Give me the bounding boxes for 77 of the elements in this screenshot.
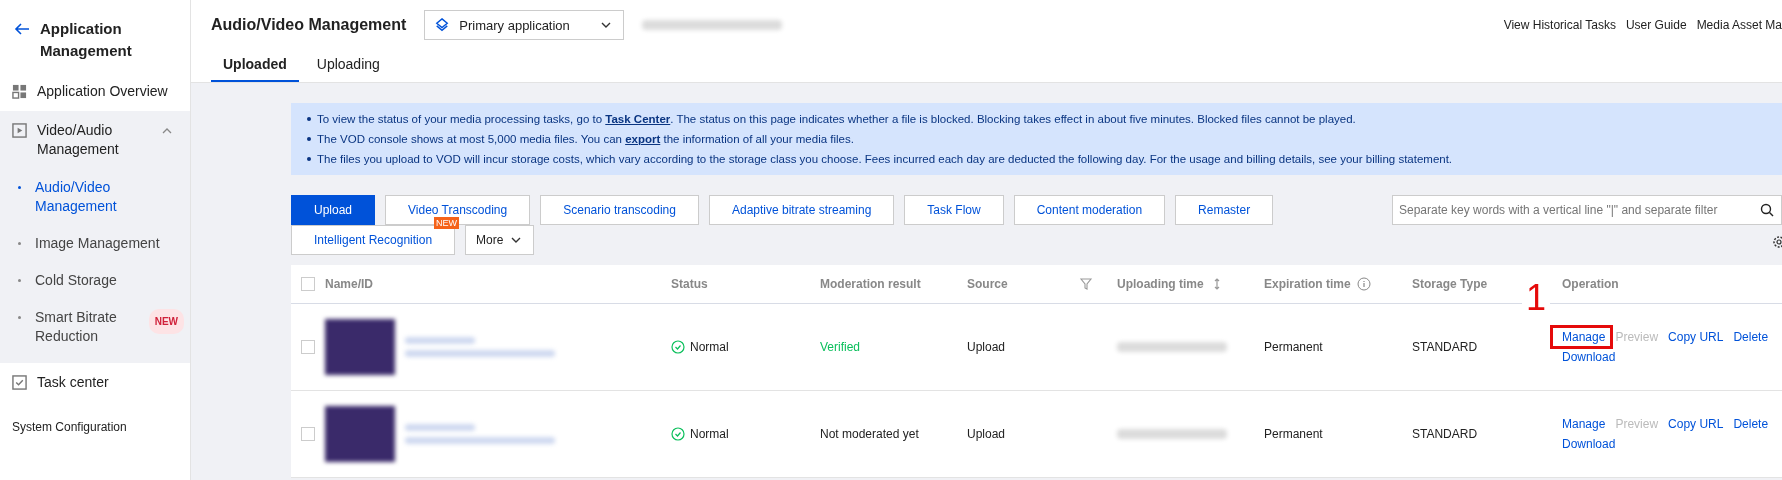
column-header: Status [671,277,708,291]
tab[interactable]: Uploading [304,50,392,82]
row-checkbox[interactable] [301,427,315,441]
highlight-frame [1550,325,1613,349]
notice-text: The VOD console shows at most 5,000 media files. You can export the information of all your media files. [317,133,854,145]
storage-text: STANDARD [1412,340,1478,354]
sidebar-footer-item[interactable]: System Configuration [0,406,190,448]
column-header: Uploading time [1117,277,1204,291]
row-checkbox[interactable] [301,340,315,354]
toolbar-button[interactable]: Task Flow [904,195,1004,225]
sidebar-item[interactable]: Application Overview [0,72,190,111]
moderation-text: Verified [820,340,861,354]
toolbar-button[interactable]: Adaptive bitrate streaming [708,195,895,225]
toolbar-button[interactable]: Upload [291,195,376,225]
operation-link[interactable]: Delete [1733,417,1769,431]
operation-link[interactable]: Delete [1733,330,1769,344]
header-link[interactable]: View Historical Tasks [1503,18,1616,32]
column-header: Expiration time [1264,277,1351,291]
app-select[interactable]: Primary application [424,10,625,40]
column-header: Name/ID [325,277,374,291]
search-icon[interactable] [1760,203,1774,217]
bullet-icon [307,137,311,141]
settings-icon[interactable] [1772,235,1782,249]
sidebar-item[interactable]: Video/Audio Management [0,111,190,169]
photo-placeholder [325,406,395,462]
notice-text: The files you upload to VOD will incur storage costs, which vary according to the storage class you choose. Fees incurred each day are deducted the following day. For the usage and billing details, see your billing statement. [317,153,1453,165]
header-link[interactable]: Media Asset Ma [1696,18,1782,32]
source-text: Upload [967,427,1006,441]
column-header: Operation [1562,277,1619,291]
toolbar-button[interactable]: Scenario transcoding [540,195,699,225]
header-link[interactable]: User Guide [1625,18,1687,32]
expiration-text: Permanent [1264,427,1323,441]
sidebar-title: Application Management [40,19,133,61]
new-badge: NEW [434,217,460,229]
select-all-checkbox[interactable] [301,277,315,291]
sidebar-item[interactable]: Task center [0,363,190,402]
filter-icon[interactable] [1079,277,1093,291]
status-text: Normal [690,427,729,441]
operation-link[interactable]: Copy URL [1668,417,1724,431]
operation-link[interactable]: Download [1562,350,1616,364]
layers-icon [435,18,450,32]
chevron-icon [162,127,172,135]
grid-icon [12,84,27,99]
sidebar-subitem[interactable]: Smart Bitrate Reduction NEW [0,299,190,355]
column-header: Moderation result [820,277,921,291]
new-badge: NEW [148,309,184,334]
column-header: Source [967,277,1008,291]
moderation-text: Not moderated yet [820,427,919,441]
toolbar-button[interactable]: More [465,225,535,255]
sidebar-subitem[interactable]: Audio/Video Management [0,169,190,225]
toolbar-button[interactable]: Content moderation [1013,195,1166,225]
operation-link[interactable]: Manage [1562,330,1606,344]
page-title: Audio/Video Management [211,16,407,34]
sidebar-subitem[interactable]: Cold Storage [0,262,190,299]
operation-link[interactable]: Copy URL [1668,330,1724,344]
check-circle-icon [671,340,685,354]
search-field[interactable]: Separate key words with a vertical line "|" and separate filter [1392,195,1782,225]
bullet-icon [307,117,311,121]
storage-text: STANDARD [1412,427,1478,441]
play-icon [12,123,27,138]
expiration-text: Permanent [1264,340,1323,354]
bullet-icon [307,157,311,161]
column-header: Storage Type [1412,277,1488,291]
operation-link[interactable]: Manage [1562,417,1606,431]
toolbar-button[interactable]: Intelligent Recognition [291,225,456,255]
back-arrow-icon[interactable] [14,22,30,36]
tab[interactable]: Uploaded [211,50,299,82]
sidebar-subitem[interactable]: Image Management [0,225,190,262]
checklist-icon [12,375,27,390]
notice-text: To view the status of your media processing tasks, go to Task Center. The status on this page indicates whether a file is blocked. Blocking takes effect in about five minutes. Blocked files cannot be played. [317,113,1356,125]
info-icon[interactable] [1356,277,1371,291]
source-text: Upload [967,340,1006,354]
photo-placeholder [325,319,395,375]
toolbar-button[interactable]: Remaster [1175,195,1274,225]
operation-link[interactable]: Download [1562,437,1616,451]
status-text: Normal [690,340,729,354]
check-circle-icon [671,427,685,441]
